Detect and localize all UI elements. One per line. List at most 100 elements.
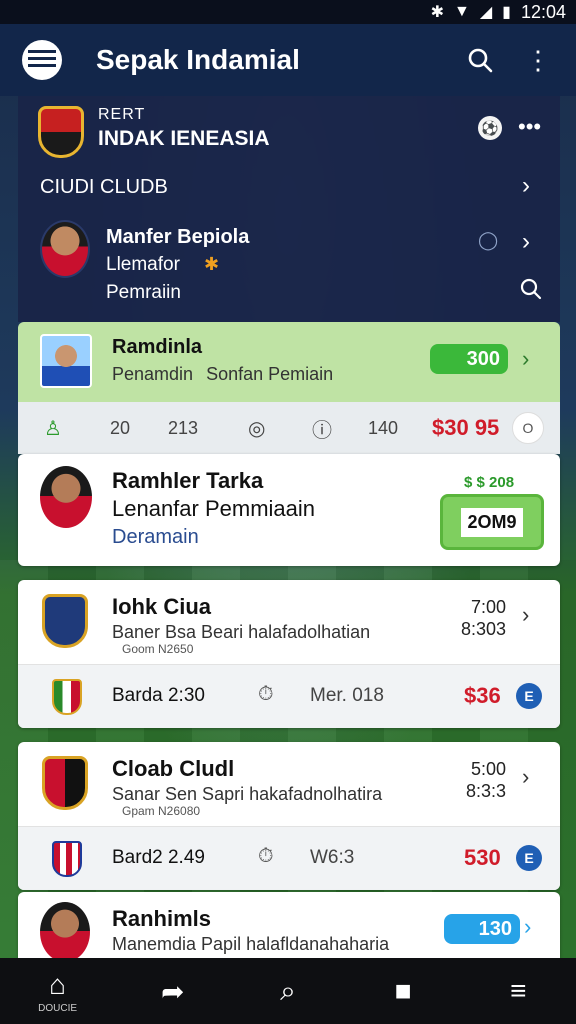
manager-position: Pemraiin (106, 282, 181, 303)
stat-1: 20 (110, 417, 131, 438)
battery-icon: ▮ (502, 4, 511, 21)
more-horiz-icon[interactable]: ••• (518, 114, 541, 140)
nav-home[interactable]: ⌂ DOUCIE (18, 961, 98, 1021)
app-bar: Sepak Indamial ⋮ (0, 24, 576, 96)
nav-menu[interactable]: ≡ (478, 961, 558, 1021)
status-time: 12:04 (520, 1, 566, 22)
back-arrow-icon: ➦ (161, 975, 185, 1007)
nav-back[interactable]: ➦ (133, 961, 213, 1021)
match-team: Bard2 2.49 (112, 847, 205, 868)
chevron-right-icon[interactable]: › (524, 914, 531, 940)
search-icon[interactable] (460, 40, 500, 80)
star-icon: ✱ (204, 254, 220, 274)
match-time-top: 7:00 (470, 597, 506, 617)
chat-icon[interactable]: ◯ (478, 230, 498, 251)
search-icon: ⌕ (280, 974, 296, 1006)
app-logo-icon[interactable] (22, 40, 62, 80)
match-time-top: 5:00 (470, 759, 506, 779)
chevron-right-icon[interactable]: › (522, 602, 529, 628)
player-bonus: $ $ 208 (464, 474, 515, 491)
match-time: 7:00 8:303 (448, 596, 506, 640)
manager-avatar (40, 220, 90, 278)
stats-row: ♙ 20 213 ◎ ⓘ 140 $30 95 O (18, 402, 560, 454)
team-crest-icon (52, 841, 82, 877)
wifi-icon: ▼ (453, 3, 470, 20)
chevron-right-icon[interactable]: › (522, 764, 529, 790)
featured-name: Ramdinla (112, 336, 203, 358)
manager-name: Manfer Bepiola (106, 226, 250, 248)
timer-icon: ⏱ (258, 845, 274, 867)
player-thumbnail (40, 334, 92, 388)
player-role: Lenanfar Pemmiaain (112, 496, 316, 521)
nav-search[interactable]: ⌕ (248, 961, 328, 1021)
timer-icon: ⏱ (258, 683, 274, 705)
status-circle[interactable]: O (512, 412, 544, 444)
player-avatar (40, 902, 90, 962)
football-icon[interactable]: ⚽ (478, 116, 502, 140)
team-crest-icon (52, 679, 82, 715)
person-icon: ♙ (44, 417, 62, 440)
player-name: Ramhler Tarka (112, 468, 264, 493)
featured-subtitle: Penamdin Sonfan Pemiain (112, 364, 333, 385)
match-price: $36 (464, 683, 501, 708)
coin-icon[interactable]: E (516, 845, 542, 871)
club-eyebrow: RERT (98, 106, 146, 123)
stat-2: 213 (168, 417, 199, 438)
ranking-title: Ranhimls (112, 906, 212, 931)
match-sub: Gpam N26080 (122, 804, 201, 818)
home-icon: ⌂ (49, 968, 67, 1000)
ranking-card[interactable]: Ranhimls Manemdia Papil halafldanahahari… (18, 892, 560, 962)
stat-price: $30 95 (432, 415, 500, 440)
match-price: 530 (464, 845, 501, 870)
signal-icon: ◢ (479, 4, 493, 21)
featured-value-pill[interactable]: 300 (430, 344, 508, 374)
club-subheading[interactable]: CIUDI CLUDB (40, 176, 168, 199)
ranking-value-pill[interactable]: 130 (444, 914, 520, 944)
menu-icon: ≡ (510, 975, 527, 1006)
player-avatar (40, 466, 92, 528)
search-icon[interactable] (520, 278, 542, 306)
more-vert-icon[interactable]: ⋮ (518, 40, 558, 80)
settings-icon[interactable]: ◎ (248, 416, 265, 441)
match-detail-row: Bard2 2.49 ⏱ W6:3 530 E (18, 827, 560, 890)
match-time: 5:00 8:3:3 (448, 758, 506, 802)
club-header: RERT INDAK IENEASIA ⚽ ••• CIUDI CLUDB › … (18, 96, 560, 322)
match-club: Cloab Cludl (112, 756, 235, 781)
player-value-box[interactable]: 2OM9 (440, 494, 544, 550)
match-time-bottom: 8:3:3 (465, 781, 506, 801)
match-desc: Sanar Sen Sapri hakafadnolhatira (112, 784, 383, 804)
info-icon[interactable]: ⓘ (312, 414, 332, 443)
match-sub: Goom N2650 (122, 642, 194, 656)
featured-player-card[interactable]: Ramdinla Penamdin Sonfan Pemiain 300 › (18, 322, 560, 402)
match-card[interactable]: Cloab Cludl Sanar Sen Sapri hakafadnolha… (18, 742, 560, 890)
bluetooth-icon: ✱ (430, 4, 444, 21)
club-crest-icon (42, 594, 88, 648)
player-position: Deramain (112, 526, 199, 548)
main-content: RERT INDAK IENEASIA ⚽ ••• CIUDI CLUDB › … (18, 96, 560, 962)
match-team: Barda 2:30 (112, 685, 205, 706)
match-card[interactable]: Iohk Ciua Baner Bsa Beari halafadolhatia… (18, 580, 560, 728)
player-card[interactable]: Ramhler Tarka Lenanfar Pemmiaain Deramai… (18, 454, 560, 566)
manager-role: Llemafor (106, 254, 180, 275)
club-crest-icon (38, 106, 84, 158)
ranking-desc: Manemdia Papil halafldanahaharia (112, 934, 390, 954)
match-mid: W6:3 (310, 847, 355, 868)
nav-home-label: DOUCIE (38, 1002, 78, 1014)
club-name: INDAK IENEASIA (98, 127, 270, 150)
featured-tag: Sonfan Pemiain (206, 364, 334, 384)
match-mid: Mer. 018 (310, 685, 384, 706)
app-title: Sepak Indamial (96, 44, 300, 75)
match-desc: Baner Bsa Beari halafadolhatian (112, 622, 371, 642)
chevron-right-icon[interactable]: › (522, 228, 530, 256)
chevron-right-icon[interactable]: › (522, 346, 529, 372)
stat-3: 140 (368, 417, 399, 438)
square-icon: ■ (394, 975, 412, 1006)
coin-icon[interactable]: E (516, 683, 542, 709)
featured-subtitle-text: Penamdin (112, 364, 194, 384)
match-time-bottom: 8:303 (460, 619, 506, 639)
player-value: 2OM9 (461, 507, 523, 537)
nav-square[interactable]: ■ (363, 961, 443, 1021)
match-detail-row: Barda 2:30 ⏱ Mer. 018 $36 E (18, 665, 560, 728)
bottom-navigation: ⌂ DOUCIE ➦ ⌕ ■ ≡ (0, 958, 576, 1024)
chevron-right-icon[interactable]: › (522, 172, 530, 200)
